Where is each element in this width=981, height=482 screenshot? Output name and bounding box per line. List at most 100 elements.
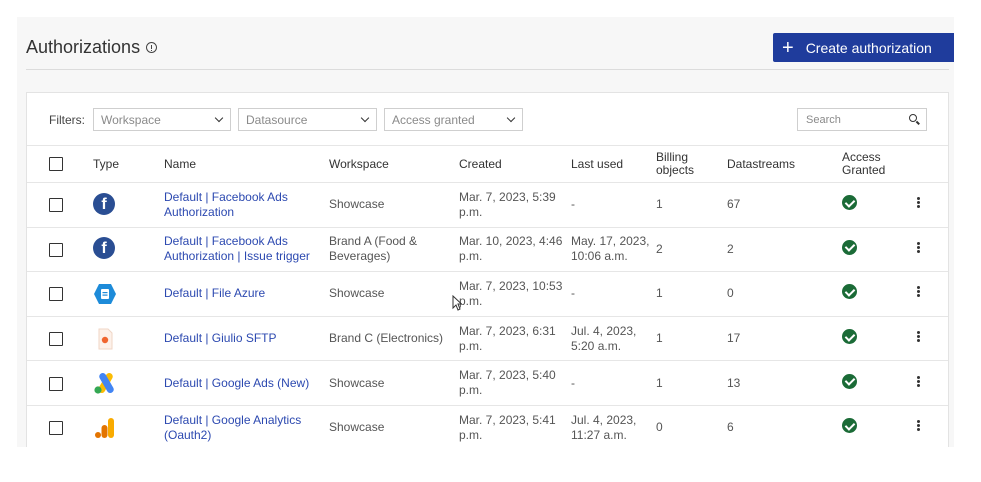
more-options-icon[interactable] [917,420,920,431]
create-authorization-button[interactable]: + Create authorization [773,33,954,62]
created-cell: Mar. 7, 2023, 5:39 p.m. [459,182,571,228]
chevron-down-icon [214,113,224,123]
last-used-cell: Jul. 4, 2023, 11:27 a.m. [571,405,656,447]
filters-label: Filters: [49,113,85,127]
facebook-icon: f [93,237,117,261]
created-cell: Mar. 10, 2023, 4:46 p.m. [459,227,571,273]
google-analytics-icon [93,416,117,440]
column-header-access-granted[interactable]: Access Granted [842,145,917,183]
created-cell: Mar. 7, 2023, 5:41 p.m. [459,405,571,447]
table-header-row: Type Name Workspace Created Last used Bi… [27,145,948,183]
last-used-cell: - [571,360,656,406]
last-used-cell: Jul. 4, 2023, 5:20 a.m. [571,316,656,362]
workspace-cell: Showcase [329,405,459,447]
select-all-checkbox[interactable] [49,157,63,171]
page-title: Authorizations [26,37,158,58]
check-circle-icon [842,373,857,389]
more-options-icon[interactable] [917,331,920,342]
workspace-cell: Showcase [329,360,459,406]
row-checkbox[interactable] [49,376,63,391]
workspace-filter[interactable]: Workspace [93,108,231,131]
check-circle-icon [842,329,857,345]
google-ads-icon [93,371,117,395]
datastreams-cell: 17 [727,316,842,362]
azure-file-icon [93,282,117,306]
workspace-cell: Showcase [329,271,459,317]
last-used-cell: - [571,271,656,317]
column-header-type: Type [93,145,164,183]
info-icon[interactable] [146,42,158,53]
datasource-filter[interactable]: Datasource [238,108,377,131]
authorizations-card: Filters: Workspace Datasource Access gra… [26,92,949,447]
row-checkbox[interactable] [49,421,63,436]
authorization-name[interactable]: Default | Facebook Ads Authorization [164,182,329,228]
authorizations-page: Authorizations + Create authorization Fi… [17,17,954,447]
row-checkbox[interactable] [49,198,63,213]
billing-objects-cell: 1 [656,182,727,228]
row-checkbox[interactable] [49,331,63,346]
authorization-name[interactable]: Default | Google Ads (New) [164,360,329,406]
search-icon[interactable] [909,114,917,122]
datastreams-cell: 0 [727,271,842,317]
authorization-name[interactable]: Default | File Azure [164,271,329,317]
workspace-cell: Showcase [329,182,459,228]
check-circle-icon [842,284,857,300]
authorization-name[interactable]: Default | Facebook Ads Authorization | I… [164,227,329,273]
more-options-icon[interactable] [917,286,920,297]
datastreams-cell: 13 [727,360,842,406]
last-used-cell: - [571,182,656,228]
datasource-filter-label: Datasource [246,113,308,127]
workspace-cell: Brand C (Electronics) [329,316,459,362]
column-header-last-used[interactable]: Last used [571,145,656,183]
column-header-name[interactable]: Name [164,145,329,183]
table-row[interactable]: f Default | Facebook Ads Authorization |… [27,227,948,273]
workspace-cell: Brand A (Food & Beverages) [329,227,459,273]
filter-bar: Filters: Workspace Datasource Access gra… [27,93,948,145]
table-row[interactable]: Default | File Azure Showcase Mar. 7, 20… [27,271,948,317]
create-authorization-label: Create authorization [805,39,932,56]
access-granted-filter-label: Access granted [392,113,475,127]
table-row[interactable]: Default | Google Ads (New) Showcase Mar.… [27,360,948,406]
datastreams-cell: 67 [727,182,842,228]
column-header-created[interactable]: Created [459,145,571,183]
table-row[interactable]: Default | Google Analytics (Oauth2) Show… [27,405,948,447]
check-circle-icon [842,239,857,255]
datastreams-cell: 2 [727,227,842,273]
created-cell: Mar. 7, 2023, 10:53 p.m. [459,271,571,317]
created-cell: Mar. 7, 2023, 5:40 p.m. [459,360,571,406]
check-circle-icon [842,195,857,211]
last-used-cell: May. 17, 2023, 10:06 a.m. [571,227,656,273]
authorizations-table: Type Name Workspace Created Last used Bi… [27,145,948,447]
more-options-icon[interactable] [917,375,920,387]
plus-icon: + [782,36,794,59]
column-header-workspace[interactable]: Workspace [329,145,459,183]
search-input[interactable]: Search [797,108,927,131]
row-checkbox[interactable] [49,287,63,302]
facebook-icon: f [93,192,117,217]
authorization-name[interactable]: Default | Giulio SFTP [164,316,329,362]
row-checkbox[interactable] [49,242,63,257]
billing-objects-cell: 0 [656,405,727,447]
billing-objects-cell: 2 [656,227,727,273]
chevron-down-icon [506,113,516,123]
more-options-icon[interactable] [917,197,920,208]
workspace-filter-label: Workspace [101,113,161,127]
sftp-file-icon [93,327,117,351]
page-header: Authorizations + Create authorization [26,17,954,70]
chevron-down-icon [360,113,370,123]
more-options-icon[interactable] [917,241,920,253]
datastreams-cell: 6 [727,405,842,447]
access-granted-filter[interactable]: Access granted [384,108,523,131]
created-cell: Mar. 7, 2023, 6:31 p.m. [459,316,571,362]
authorization-name[interactable]: Default | Google Analytics (Oauth2) [164,405,329,447]
billing-objects-cell: 1 [656,316,727,362]
column-header-billing-objects[interactable]: Billing objects [656,145,727,183]
check-circle-icon [842,418,857,434]
table-row[interactable]: Default | Giulio SFTP Brand C (Electroni… [27,316,948,362]
page-title-text: Authorizations [26,37,141,57]
billing-objects-cell: 1 [656,271,727,317]
search-placeholder: Search [806,114,841,126]
mouse-cursor-icon [452,295,462,311]
column-header-datastreams[interactable]: Datastreams [727,145,842,183]
table-row[interactable]: f Default | Facebook Ads Authorization S… [27,182,948,228]
